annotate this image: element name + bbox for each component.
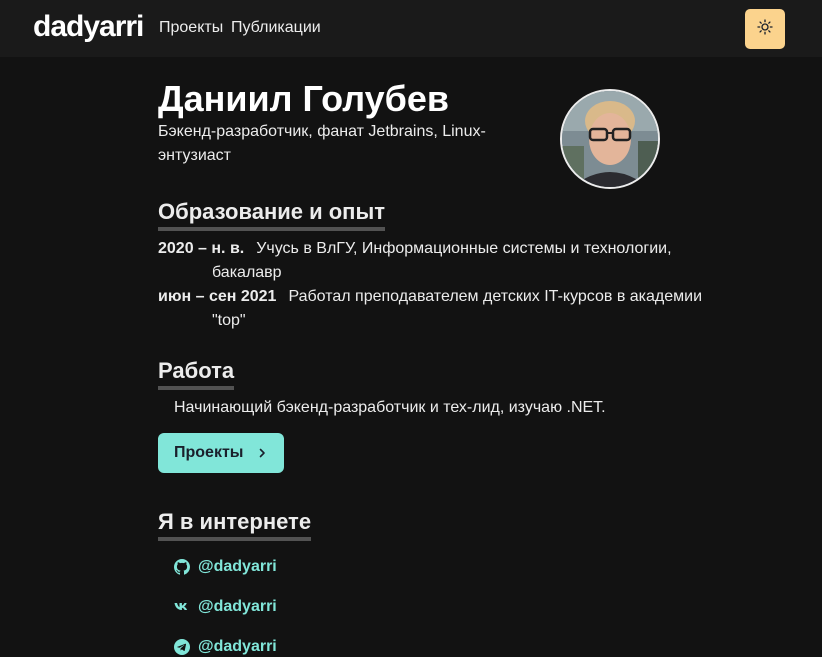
online-heading: Я в интернете — [158, 509, 312, 541]
vk-handle: @dadyarri — [198, 598, 277, 615]
work-description: Начинающий бэкенд-разработчик и тех-лид,… — [174, 399, 606, 416]
nav-link-projects[interactable]: Проекты — [159, 19, 223, 37]
site-logo[interactable]: dadyarri — [33, 10, 144, 44]
chevron-right-icon — [257, 448, 267, 458]
projects-button-label: Проекты — [174, 444, 244, 461]
education-heading: Образование и опыт — [158, 199, 386, 231]
bio-text: Учусь в ВлГУ, Информационные системы и т… — [212, 240, 672, 281]
nav-link-publications[interactable]: Публикации — [231, 19, 321, 37]
avatar — [560, 89, 660, 189]
bio-text: Работал преподавателем детских IT-курсов… — [212, 288, 703, 329]
bio-row: 2020 – н. в. Учусь в ВлГУ, Информационные… — [158, 237, 712, 285]
bio-period: 2020 – н. в. — [158, 240, 245, 257]
work-heading: Работа — [158, 358, 235, 390]
vk-icon — [174, 599, 190, 615]
github-link[interactable]: @dadyarri — [174, 558, 277, 576]
sun-icon — [757, 18, 773, 40]
telegram-link[interactable]: @dadyarri — [174, 638, 277, 656]
telegram-handle: @dadyarri — [198, 638, 277, 655]
projects-button[interactable]: Проекты — [158, 433, 284, 473]
top-navbar: dadyarri Проекты Публикации — [0, 0, 822, 57]
profile-tagline: Бэкенд-разработчик, фанат Jetbrains, Lin… — [158, 123, 486, 164]
bio-row: июн – сен 2021 Работал преподавателем дет… — [158, 285, 712, 333]
theme-toggle-button[interactable] — [745, 9, 785, 49]
github-handle: @dadyarri — [198, 558, 277, 575]
github-icon — [174, 559, 190, 575]
profile-name: Даниил Голубев — [158, 78, 450, 119]
telegram-icon — [174, 639, 190, 655]
bio-period: июн – сен 2021 — [158, 288, 277, 305]
vk-link[interactable]: @dadyarri — [174, 598, 277, 616]
